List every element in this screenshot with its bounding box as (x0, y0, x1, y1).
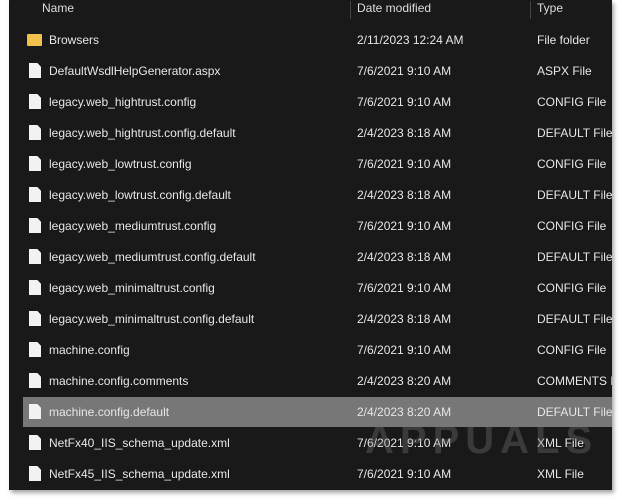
file-date: 2/4/2023 8:18 AM (357, 312, 452, 326)
file-date: 7/6/2021 9:10 AM (357, 281, 452, 295)
file-name: machine.config.comments (49, 374, 189, 388)
file-name: legacy.web_mediumtrust.config.default (49, 250, 256, 264)
column-header: Name Date modified Type (9, 1, 612, 19)
file-name: legacy.web_lowtrust.config (49, 157, 192, 171)
file-type: COMMENTS File (537, 374, 612, 388)
file-date: 2/4/2023 8:20 AM (357, 374, 452, 388)
file-type: CONFIG File (537, 281, 607, 295)
file-row[interactable]: legacy.web_mediumtrust.config.default 2/… (23, 242, 612, 272)
file-name: legacy.web_minimaltrust.config.default (49, 312, 255, 326)
file-icon (29, 249, 41, 264)
file-row[interactable]: machine.config 7/6/2021 9:10 AM CONFIG F… (23, 335, 612, 365)
file-row[interactable]: Browsers 2/11/2023 12:24 AM File folder (23, 25, 612, 55)
file-icon (29, 435, 41, 450)
file-name: NetFx40_IIS_schema_update.xml (49, 436, 230, 450)
column-separator[interactable] (530, 1, 531, 19)
file-name: NetFx45_IIS_schema_update.xml (49, 467, 230, 481)
file-row[interactable]: legacy.web_minimaltrust.config 7/6/2021 … (23, 273, 612, 303)
file-date: 7/6/2021 9:10 AM (357, 343, 452, 357)
file-icon (29, 218, 41, 233)
column-type[interactable]: Type (537, 1, 563, 15)
column-name[interactable]: Name (42, 1, 74, 15)
file-name: machine.config (49, 343, 130, 357)
column-date-modified[interactable]: Date modified (357, 1, 431, 15)
file-type: CONFIG File (537, 157, 607, 171)
file-date: 7/6/2021 9:10 AM (357, 95, 452, 109)
file-type: XML File (537, 467, 584, 481)
file-name: legacy.web_lowtrust.config.default (49, 188, 231, 202)
file-icon (29, 373, 41, 388)
file-type: DEFAULT File (537, 250, 612, 264)
file-date: 2/4/2023 8:18 AM (357, 250, 452, 264)
file-date: 7/6/2021 9:10 AM (357, 219, 452, 233)
file-type: DEFAULT File (537, 126, 612, 140)
file-type: DEFAULT File (537, 312, 612, 326)
file-row[interactable]: legacy.web_hightrust.config.default 2/4/… (23, 118, 612, 148)
file-type: CONFIG File (537, 219, 607, 233)
file-row[interactable]: DefaultWsdlHelpGenerator.aspx 7/6/2021 9… (23, 56, 612, 86)
file-type: File folder (537, 33, 590, 47)
file-date: 2/4/2023 8:18 AM (357, 188, 452, 202)
file-name: legacy.web_minimaltrust.config (49, 281, 215, 295)
file-row[interactable]: machine.config.comments 2/4/2023 8:20 AM… (23, 366, 612, 396)
file-name: machine.config.default (49, 405, 170, 419)
file-row[interactable]: legacy.web_hightrust.config 7/6/2021 9:1… (23, 87, 612, 117)
file-name: legacy.web_hightrust.config.default (49, 126, 236, 140)
file-type: DEFAULT File (537, 188, 612, 202)
watermark: APPUALS (365, 418, 599, 462)
file-icon (29, 63, 41, 78)
file-name: legacy.web_mediumtrust.config (49, 219, 217, 233)
file-row[interactable]: legacy.web_lowtrust.config 7/6/2021 9:10… (23, 149, 612, 179)
file-list-panel: Name Date modified Type Browsers 2/11/20… (9, 0, 612, 490)
file-icon (29, 466, 41, 481)
file-name: DefaultWsdlHelpGenerator.aspx (49, 64, 221, 78)
column-separator[interactable] (350, 1, 351, 19)
file-icon (29, 311, 41, 326)
file-date: 7/6/2021 9:10 AM (357, 467, 452, 481)
file-date: 7/6/2021 9:10 AM (357, 157, 452, 171)
file-type: ASPX File (537, 64, 592, 78)
file-date: 2/4/2023 8:18 AM (357, 126, 452, 140)
file-icon (29, 187, 41, 202)
file-icon (29, 94, 41, 109)
folder-icon (27, 34, 42, 46)
file-icon (29, 156, 41, 171)
file-row[interactable]: legacy.web_minimaltrust.config.default 2… (23, 304, 612, 334)
file-date: 7/6/2021 9:10 AM (357, 64, 452, 78)
file-icon (29, 125, 41, 140)
file-type: CONFIG File (537, 343, 607, 357)
file-date: 2/11/2023 12:24 AM (357, 33, 464, 47)
file-row[interactable]: legacy.web_mediumtrust.config 7/6/2021 9… (23, 211, 612, 241)
file-icon (29, 342, 41, 357)
file-row[interactable]: legacy.web_lowtrust.config.default 2/4/2… (23, 180, 612, 210)
file-icon (29, 280, 41, 295)
file-type: CONFIG File (537, 95, 607, 109)
file-row[interactable]: NetFx45_IIS_schema_update.xml 7/6/2021 9… (23, 459, 612, 489)
file-name: legacy.web_hightrust.config (49, 95, 197, 109)
file-name: Browsers (49, 33, 100, 47)
file-icon (29, 404, 41, 419)
